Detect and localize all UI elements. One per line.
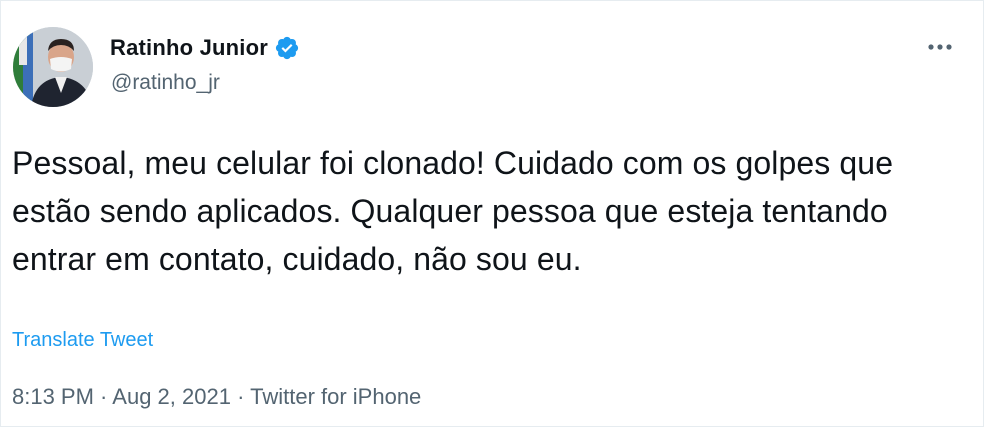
- meta-separator: ·: [93, 384, 113, 409]
- tweet-time[interactable]: 8:13 PM: [12, 384, 94, 409]
- tweet-text: Pessoal, meu celular foi clonado! Cuidad…: [12, 145, 894, 277]
- meta-separator: ·: [230, 384, 251, 409]
- avatar-image: [13, 27, 93, 107]
- tweet-source[interactable]: Twitter for iPhone: [250, 384, 421, 409]
- avatar[interactable]: [13, 27, 93, 107]
- display-name[interactable]: Ratinho Junior: [110, 35, 268, 61]
- tweet-date[interactable]: Aug 2, 2021: [112, 384, 231, 409]
- user-handle[interactable]: @ratinho_jr: [111, 71, 220, 95]
- verified-badge-icon: [274, 35, 300, 61]
- tweet-card: Ratinho Junior @ratinho_jr Pessoal, meu …: [0, 0, 984, 427]
- more-options-icon[interactable]: [925, 37, 955, 57]
- author-row: Ratinho Junior: [110, 33, 300, 63]
- translate-tweet-link[interactable]: Translate Tweet: [12, 329, 153, 352]
- tweet-meta: 8:13 PM · Aug 2, 2021 · Twitter for iPho…: [12, 384, 421, 410]
